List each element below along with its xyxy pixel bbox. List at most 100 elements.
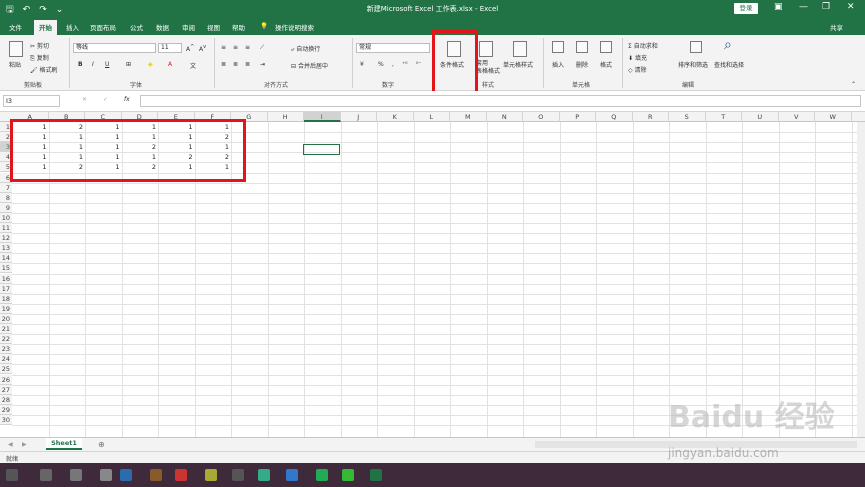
font-size-select[interactable]: 11 xyxy=(158,43,182,53)
prev-sheet-icon[interactable]: ◀ xyxy=(8,441,13,448)
start-icon[interactable] xyxy=(6,469,18,481)
align-right-icon[interactable]: ≣ xyxy=(245,61,250,68)
column-header-h[interactable]: H xyxy=(268,112,304,122)
currency-icon[interactable]: ¥ xyxy=(360,61,364,68)
column-header-n[interactable]: N xyxy=(487,112,523,122)
row-header-18[interactable]: 18 xyxy=(0,293,12,304)
row-header-23[interactable]: 23 xyxy=(0,344,12,355)
taskbar-app-icon[interactable] xyxy=(175,469,187,481)
row-header-16[interactable]: 16 xyxy=(0,273,12,284)
row-header-15[interactable]: 15 xyxy=(0,263,12,274)
row-header-24[interactable]: 24 xyxy=(0,354,12,365)
worksheet-grid[interactable]: ABCDEFGHIJKLMNOPQRSTUVW 1 2 3 4 5 6 7 8 9 10 11 12 1… xyxy=(0,112,865,437)
insert-cells-button[interactable]: 插入 xyxy=(552,60,564,69)
format-as-table-button[interactable]: 套用 表格格式 xyxy=(476,60,500,76)
taskbar-app-icon[interactable] xyxy=(286,469,298,481)
format-cells-icon[interactable] xyxy=(600,41,612,53)
align-center-icon[interactable]: ≣ xyxy=(233,61,238,68)
column-header-r[interactable]: R xyxy=(633,112,669,122)
row-header-25[interactable]: 25 xyxy=(0,364,12,375)
borders-icon[interactable]: ⊞ xyxy=(126,61,131,68)
taskbar-app-icon[interactable] xyxy=(342,469,354,481)
next-sheet-icon[interactable]: ▶ xyxy=(22,441,27,448)
column-header-o[interactable]: O xyxy=(523,112,560,122)
row-header-21[interactable]: 21 xyxy=(0,324,12,334)
column-header-s[interactable]: S xyxy=(669,112,706,122)
tab-help[interactable]: 帮助 xyxy=(232,22,245,32)
maximize-icon[interactable]: ❐ xyxy=(822,2,830,12)
column-header-i[interactable]: I xyxy=(304,112,341,122)
format-as-table-icon[interactable] xyxy=(479,41,493,57)
taskbar-app-icon[interactable] xyxy=(205,469,217,481)
column-header-j[interactable]: J xyxy=(341,112,377,122)
add-sheet-icon[interactable]: ⊕ xyxy=(98,440,105,449)
ribbon-display-icon[interactable]: ▣ xyxy=(774,2,783,12)
format-painter-button[interactable]: 🖌 格式刷 xyxy=(30,65,58,74)
cell-styles-icon[interactable] xyxy=(513,41,527,57)
row-header-12[interactable]: 12 xyxy=(0,233,12,244)
cancel-entry-icon[interactable]: ✕ xyxy=(82,96,87,103)
bold-button[interactable]: B xyxy=(78,61,83,68)
delete-cells-icon[interactable] xyxy=(576,41,588,53)
row-header-28[interactable]: 28 xyxy=(0,394,12,405)
font-color-icon[interactable]: A xyxy=(168,61,172,68)
column-header-m[interactable]: M xyxy=(450,112,487,122)
close-icon[interactable]: ✕ xyxy=(847,2,855,12)
column-header-u[interactable]: U xyxy=(742,112,779,122)
cut-button[interactable]: ✂ 剪切 xyxy=(30,41,49,50)
row-header-17[interactable]: 17 xyxy=(0,283,12,294)
find-icon[interactable]: ⌕ xyxy=(724,37,732,53)
tell-me-search[interactable]: 操作说明搜索 xyxy=(275,22,314,32)
sort-filter-button[interactable]: 排序和筛选 xyxy=(678,60,708,69)
column-header-p[interactable]: P xyxy=(560,112,596,122)
indent-icon[interactable]: ⇥ xyxy=(260,61,265,68)
column-header-t[interactable]: T xyxy=(706,112,742,122)
row-header-30[interactable]: 30 xyxy=(0,414,12,425)
tab-file[interactable]: 文件 xyxy=(9,22,22,32)
insert-function-button[interactable]: fx xyxy=(124,96,130,103)
align-top-icon[interactable]: ≡ xyxy=(221,44,226,51)
percent-icon[interactable]: % xyxy=(378,61,384,68)
paste-icon[interactable] xyxy=(9,41,23,57)
share-button[interactable]: 共享 xyxy=(830,22,843,32)
tab-formulas[interactable]: 公式 xyxy=(130,22,143,32)
decrease-decimal-icon[interactable]: ⁰⁻ xyxy=(416,61,422,68)
autosum-button[interactable]: Σ 自动求和 xyxy=(628,41,658,50)
tab-home[interactable]: 开始 xyxy=(34,20,57,35)
row-header-9[interactable]: 9 xyxy=(0,202,12,213)
tab-review[interactable]: 审阅 xyxy=(182,22,195,32)
row-header-10[interactable]: 10 xyxy=(0,212,12,223)
row-header-29[interactable]: 29 xyxy=(0,404,12,415)
taskbar-app-icon[interactable] xyxy=(150,469,162,481)
align-bottom-icon[interactable]: ≡ xyxy=(245,44,250,51)
cell-styles-button[interactable]: 单元格样式 xyxy=(503,60,533,69)
row-header-14[interactable]: 14 xyxy=(0,253,12,264)
formula-input[interactable] xyxy=(140,95,861,107)
decrease-font-icon[interactable]: Av xyxy=(199,44,206,53)
taskbar-app-icon[interactable] xyxy=(100,469,112,481)
taskbar-app-icon[interactable] xyxy=(40,469,52,481)
tab-insert[interactable]: 插入 xyxy=(66,22,79,32)
column-header-v[interactable]: V xyxy=(779,112,815,122)
find-select-button[interactable]: 查找和选择 xyxy=(714,60,744,69)
clear-button[interactable]: ◇ 清除 xyxy=(628,65,647,74)
row-header-13[interactable]: 13 xyxy=(0,243,12,254)
taskbar-app-icon[interactable] xyxy=(232,469,244,481)
underline-button[interactable]: U xyxy=(105,61,109,68)
increase-decimal-icon[interactable]: ⁺⁰ xyxy=(402,61,408,68)
excel-taskbar-icon[interactable] xyxy=(370,469,382,481)
column-header-l[interactable]: L xyxy=(414,112,450,122)
format-cells-button[interactable]: 格式 xyxy=(600,60,612,69)
login-button[interactable]: 登录 xyxy=(734,3,758,14)
phonetic-icon[interactable]: 文 xyxy=(190,61,196,70)
sheet-tab-sheet1[interactable]: Sheet1 xyxy=(46,438,82,450)
confirm-entry-icon[interactable]: ✓ xyxy=(103,96,108,103)
row-header-27[interactable]: 27 xyxy=(0,384,12,395)
merge-center-button[interactable]: ⊟ 合并后居中 xyxy=(291,61,328,70)
tab-page-layout[interactable]: 页面布局 xyxy=(90,22,116,32)
delete-cells-button[interactable]: 删除 xyxy=(576,60,588,69)
taskbar-app-icon[interactable] xyxy=(316,469,328,481)
row-header-8[interactable]: 8 xyxy=(0,192,12,203)
insert-cells-icon[interactable] xyxy=(552,41,564,53)
tab-data[interactable]: 数据 xyxy=(156,22,169,32)
